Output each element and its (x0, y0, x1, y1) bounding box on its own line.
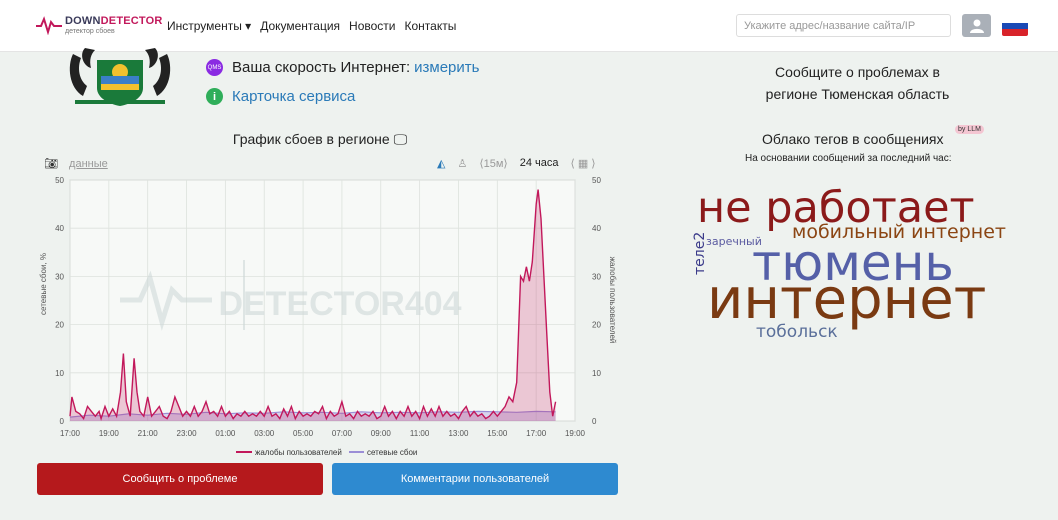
chart-range-controls: ◭ ♙ ⟨15м⟩ 24 часа ⟨ ▦ ⟩ (437, 157, 596, 170)
x-tick-label: 17:00 (60, 429, 81, 438)
y-axis-right: 0 10 20 30 40 50 (592, 176, 601, 426)
legend-complaints-label[interactable]: жалобы пользователей (255, 448, 342, 457)
y-axis-right-label: жалобы пользователей (608, 257, 617, 344)
y-tick-right: 20 (592, 321, 601, 330)
y-tick-right: 10 (592, 369, 601, 378)
logo-subtitle: детектор сбоев (65, 27, 115, 35)
user-account-button[interactable] (962, 14, 991, 37)
x-tick-label: 09:00 (371, 429, 392, 438)
y-tick-left: 20 (55, 321, 64, 330)
y-tick-left: 0 (60, 417, 65, 426)
camera-icon[interactable]: 📷︎ (44, 158, 58, 170)
tag-internet[interactable]: интернет (707, 272, 986, 328)
language-flag-ru[interactable] (1002, 16, 1028, 36)
chart-export-controls: 📷︎ данные (44, 157, 108, 170)
tag-cloud-subtitle: На основании сообщений за последний час: (745, 153, 952, 164)
y-tick-left: 50 (55, 176, 64, 185)
calendar-icon[interactable]: ⟨ ▦ ⟩ (571, 157, 596, 170)
x-tick-label: 15:00 (487, 429, 508, 438)
y-tick-right: 0 (592, 417, 597, 426)
y-tick-right: 50 (592, 176, 601, 185)
top-navigation-bar: DOWNDETECTOR детектор сбоев Инструменты … (0, 0, 1058, 52)
region-coat-of-arms-icon (69, 48, 171, 106)
qms-icon: QMS (206, 59, 223, 76)
y-tick-right: 30 (592, 272, 601, 281)
speed-label: Ваша скорость Интернет: (232, 59, 411, 76)
y-axis-left: 0 10 20 30 40 50 (55, 176, 64, 426)
x-tick-label: 07:00 (332, 429, 353, 438)
x-tick-label: 11:00 (410, 429, 430, 438)
site-logo[interactable]: DOWNDETECTOR детектор сбоев (36, 15, 163, 35)
x-tick-label: 03:00 (254, 429, 275, 438)
y-axis-left-label: сетевые сбои, % (39, 253, 48, 315)
x-tick-label: 21:00 (138, 429, 159, 438)
outage-chart-title: График сбоев в регионе 🖵 (232, 131, 408, 147)
x-tick-label: 01:00 (215, 429, 236, 438)
outage-chart: DETECTOR404 0 10 20 30 40 50 0 10 20 30 40 50 17:0… (39, 176, 617, 457)
service-card-row: i Карточка сервиса (206, 88, 355, 105)
internet-speed-row: QMS Ваша скорость Интернет: измерить (206, 59, 479, 76)
x-tick-label: 19:00 (565, 429, 586, 438)
legend-outages-label[interactable]: сетевые сбои (367, 448, 417, 457)
service-card-link[interactable]: Карточка сервиса (232, 88, 355, 105)
chart-watermark: DETECTOR404 (218, 285, 461, 323)
report-problem-button[interactable]: Сообщить о проблеме (37, 463, 323, 495)
x-tick-label: 17:00 (526, 429, 547, 438)
data-link[interactable]: данные (69, 158, 108, 170)
y-tick-left: 10 (55, 369, 64, 378)
logo-title: DOWNDETECTOR (65, 14, 163, 27)
user-icon (969, 19, 984, 33)
chart-type-icon[interactable]: ◭ (437, 157, 445, 170)
report-region-title: Сообщите о проблемах в регионе Тюменская… (765, 64, 950, 102)
nav-contacts[interactable]: Контакты (405, 19, 457, 33)
nav-tools[interactable]: Инструменты ▾ (167, 19, 251, 33)
y-tick-left: 40 (55, 224, 64, 233)
llm-badge: by LLM (955, 125, 984, 134)
measure-speed-link[interactable]: измерить (414, 59, 479, 76)
y-tick-left: 30 (55, 272, 64, 281)
y-tick-right: 40 (592, 224, 601, 233)
main-nav: Инструменты ▾ Документация Новости Конта… (167, 19, 465, 33)
person-icon[interactable]: ♙ (457, 157, 467, 170)
nav-documentation[interactable]: Документация (260, 19, 340, 33)
site-search-input[interactable] (736, 14, 951, 37)
x-tick-label: 19:00 (99, 429, 120, 438)
x-tick-label: 23:00 (177, 429, 198, 438)
info-icon: i (206, 88, 223, 105)
x-tick-label: 05:00 (293, 429, 314, 438)
tag-tele2[interactable]: теле2 (692, 232, 708, 275)
chart-legend: жалобы пользователей сетевые сбои (236, 448, 417, 457)
pulse-logo-icon (36, 16, 62, 35)
x-tick-label: 13:00 (448, 429, 469, 438)
nav-news[interactable]: Новости (349, 19, 395, 33)
user-comments-button[interactable]: Комментарии пользователей (332, 463, 618, 495)
tag-tobolsk[interactable]: тобольск (756, 324, 838, 341)
range-15m-button[interactable]: ⟨15м⟩ (479, 157, 507, 170)
tag-cloud-title: Облако тегов в сообщениях (762, 131, 944, 147)
range-24h-button[interactable]: 24 часа (520, 157, 559, 170)
x-axis: 17:00 19:00 21:00 23:00 01:00 03:00 05:00 07:00… (60, 429, 586, 438)
